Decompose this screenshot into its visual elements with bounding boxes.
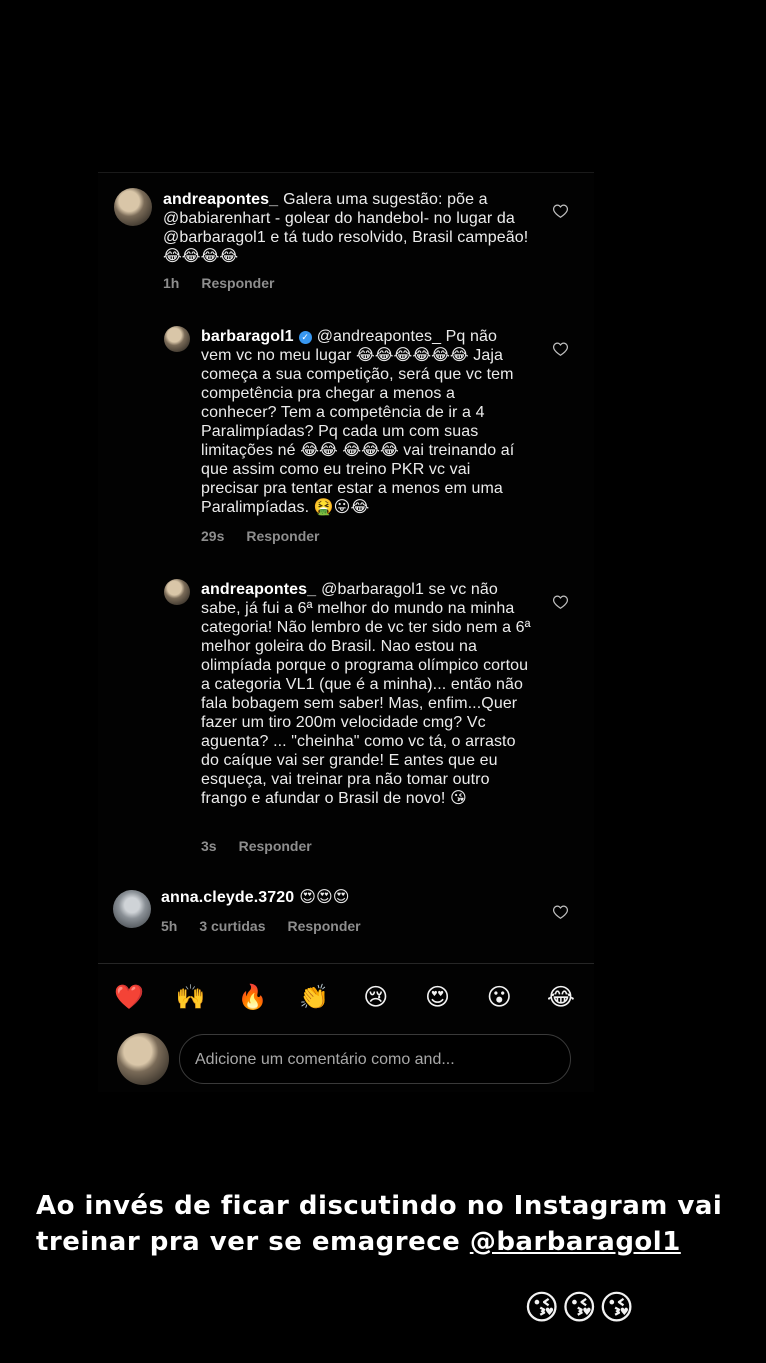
divider [98,963,594,964]
comment-meta: 5h 3 curtidas Responder [161,918,383,934]
comment-text: anna.cleyde.3720 😍😍😍 [161,888,536,907]
reaction-raised-hands-icon[interactable]: 🙌 [174,983,208,1012]
story-caption: Ao invés de ficar discutindo no Instagra… [36,1188,736,1260]
reaction-fire-icon[interactable]: 🔥 [235,983,269,1012]
comment-username[interactable]: anna.cleyde.3720 [161,889,294,906]
comment-time: 5h [161,918,178,934]
reply-button[interactable]: Responder [201,275,274,291]
avatar[interactable] [113,890,151,928]
comment-meta: 3s Responder [201,838,334,854]
reaction-clap-icon[interactable]: 👏 [297,983,331,1012]
comment-text: andreapontes_ Galera uma sugestão: põe a … [163,190,538,266]
avatar[interactable] [164,326,190,352]
reaction-heart-eyes-icon[interactable]: 😍 [421,983,455,1012]
divider [98,172,594,173]
comment-input[interactable]: Adicione um comentário como and... [179,1034,571,1084]
reaction-heart-icon[interactable]: ❤️ [112,983,146,1012]
like-heart-icon[interactable] [553,342,569,358]
reaction-laughing-icon[interactable]: 😂 [544,983,578,1012]
caption-emojis: 😘😘😘 [524,1289,637,1327]
comment-username[interactable]: andreapontes_ [163,191,278,208]
avatar[interactable] [164,579,190,605]
comment-body: @barbaragol1 se vc não sabe, já fui a 6ª… [201,581,531,807]
like-heart-icon[interactable] [553,204,569,220]
quick-reactions-bar: ❤️ 🙌 🔥 👏 😢 😍 😮 😂 [112,980,578,1014]
comment-text: barbaragol1 ✓ @andreapontes_ Pq não vem vc… [201,327,521,517]
reaction-crying-icon[interactable]: 😢 [359,983,393,1012]
comment-body: 😍😍😍 [299,889,350,906]
comment-time: 3s [201,838,217,854]
comment-time: 1h [163,275,180,291]
verified-badge-icon: ✓ [298,331,312,344]
like-heart-icon[interactable] [553,595,569,611]
comment-username[interactable]: barbaragol1 [201,328,294,345]
comment-username[interactable]: andreapontes_ [201,581,316,598]
comment-meta: 29s Responder [201,528,341,544]
caption-mention[interactable]: @barbaragol1 [470,1227,681,1257]
reply-button[interactable]: Responder [287,918,360,934]
reply-button[interactable]: Responder [239,838,312,854]
comment-time: 29s [201,528,225,544]
current-user-avatar [117,1033,169,1085]
comment-body: @andreapontes_ Pq não vem vc no meu luga… [201,328,515,516]
like-heart-icon[interactable] [553,905,569,921]
reaction-surprised-icon[interactable]: 😮 [482,983,516,1012]
comment-text: andreapontes_ @barbaragol1 se vc não sabe… [201,580,531,808]
likes-count[interactable]: 3 curtidas [199,918,265,934]
reply-button[interactable]: Responder [246,528,319,544]
comment-meta: 1h Responder [163,275,296,291]
avatar[interactable] [114,188,152,226]
